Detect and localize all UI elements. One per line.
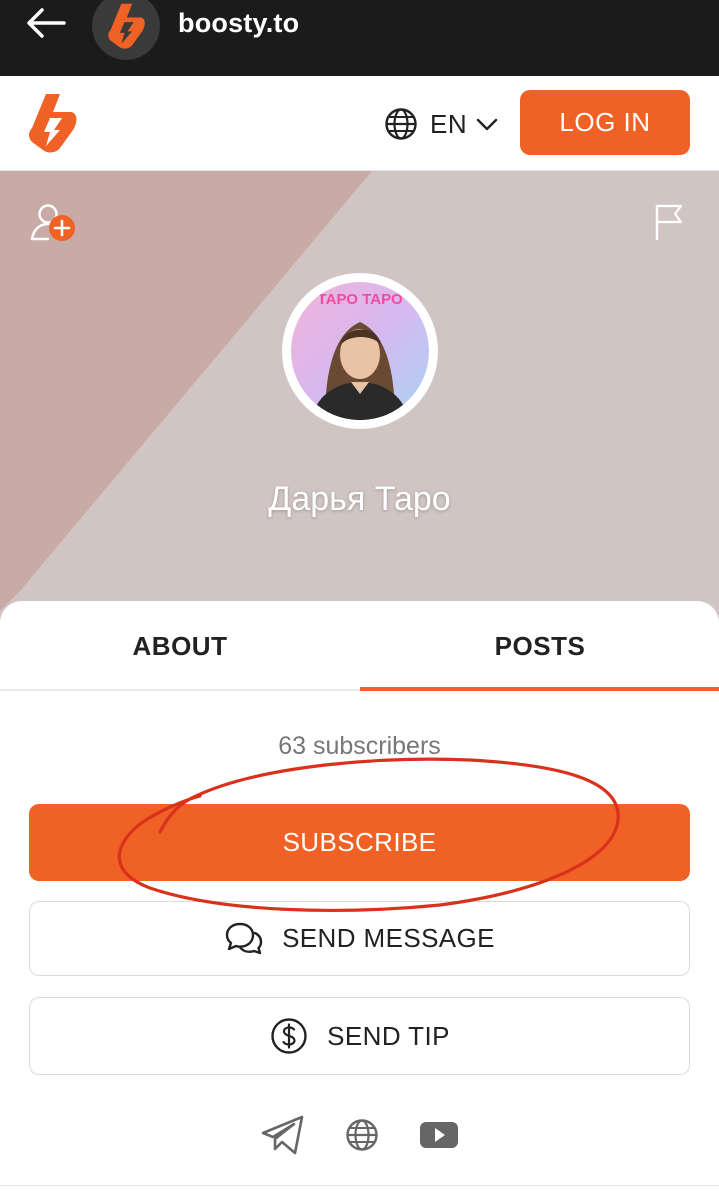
back-arrow-icon[interactable]	[24, 4, 68, 42]
tab-about[interactable]: ABOUT	[0, 601, 360, 691]
profile-tabs: ABOUT POSTS	[0, 601, 719, 691]
avatar-photo: ТАРО ТАРО	[291, 282, 429, 420]
active-tab-indicator	[360, 687, 719, 691]
creator-name: Дарья Таро	[268, 480, 451, 518]
language-switcher[interactable]: EN	[384, 104, 499, 144]
language-label: EN	[430, 108, 468, 139]
send-message-label: SEND MESSAGE	[282, 923, 495, 953]
dollar-coin-icon	[271, 1018, 307, 1054]
send-tip-button[interactable]: SEND TIP	[29, 997, 690, 1075]
tab-posts[interactable]: POSTS	[360, 601, 719, 691]
telegram-icon[interactable]	[260, 1113, 306, 1157]
youtube-icon[interactable]	[418, 1113, 460, 1157]
browser-address-bar: boosty.to	[0, 0, 719, 76]
divider	[0, 1185, 719, 1186]
subscribe-button[interactable]: SUBSCRIBE	[29, 804, 690, 881]
send-tip-label: SEND TIP	[327, 1020, 450, 1051]
avatar-caption: ТАРО ТАРО	[317, 291, 403, 308]
add-follow-icon[interactable]	[28, 201, 82, 247]
flag-icon[interactable]	[652, 203, 686, 241]
chevron-down-icon	[476, 118, 498, 131]
address-bar-url[interactable]: boosty.to	[178, 8, 299, 39]
globe-icon[interactable]	[344, 1113, 380, 1157]
creator-avatar[interactable]: ТАРО ТАРО	[282, 273, 438, 429]
profile-cover: ТАРО ТАРО Дарья Таро	[0, 171, 719, 641]
globe-icon	[385, 108, 417, 140]
social-links	[0, 1113, 719, 1157]
site-favicon-icon	[92, 0, 160, 60]
subscriber-count: 63 subscribers	[278, 732, 441, 760]
chat-bubbles-icon	[225, 922, 263, 954]
send-message-button[interactable]: SEND MESSAGE	[29, 901, 690, 976]
site-header: EN LOG IN	[0, 76, 719, 171]
profile-content-card: ABOUT POSTS 63 subscribers SUBSCRIBE SEN…	[0, 601, 719, 1200]
boosty-logo-icon[interactable]	[26, 92, 78, 154]
login-button[interactable]: LOG IN	[520, 90, 690, 155]
subscribe-label: SUBSCRIBE	[282, 827, 437, 857]
